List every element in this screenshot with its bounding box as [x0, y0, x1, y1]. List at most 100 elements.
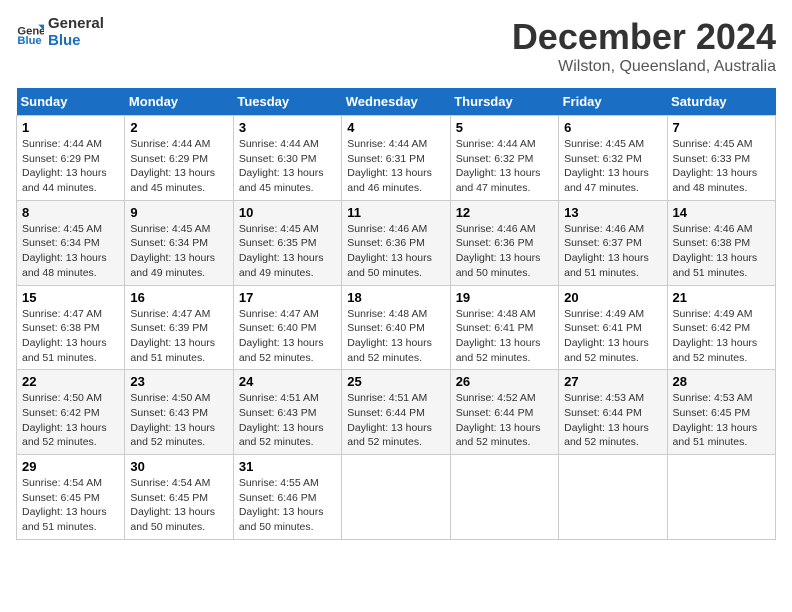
day-info: Sunrise: 4:45 AM Sunset: 6:32 PM Dayligh…	[564, 137, 661, 196]
weekday-header-cell: Wednesday	[342, 88, 450, 116]
calendar-cell: 20 Sunrise: 4:49 AM Sunset: 6:41 PM Dayl…	[559, 285, 667, 370]
day-number: 16	[130, 290, 227, 305]
day-number: 10	[239, 205, 336, 220]
weekday-header-cell: Monday	[125, 88, 233, 116]
day-number: 29	[22, 459, 119, 474]
calendar-cell: 29 Sunrise: 4:54 AM Sunset: 6:45 PM Dayl…	[17, 455, 125, 540]
calendar-cell: 12 Sunrise: 4:46 AM Sunset: 6:36 PM Dayl…	[450, 200, 558, 285]
day-number: 25	[347, 374, 444, 389]
calendar-cell	[559, 455, 667, 540]
day-number: 22	[22, 374, 119, 389]
day-info: Sunrise: 4:48 AM Sunset: 6:40 PM Dayligh…	[347, 307, 444, 366]
day-number: 1	[22, 120, 119, 135]
calendar-cell: 11 Sunrise: 4:46 AM Sunset: 6:36 PM Dayl…	[342, 200, 450, 285]
calendar-cell: 15 Sunrise: 4:47 AM Sunset: 6:38 PM Dayl…	[17, 285, 125, 370]
day-number: 27	[564, 374, 661, 389]
day-info: Sunrise: 4:46 AM Sunset: 6:36 PM Dayligh…	[456, 222, 553, 281]
weekday-header-cell: Saturday	[667, 88, 775, 116]
calendar-week-row: 1 Sunrise: 4:44 AM Sunset: 6:29 PM Dayli…	[17, 116, 776, 201]
day-number: 30	[130, 459, 227, 474]
day-info: Sunrise: 4:45 AM Sunset: 6:33 PM Dayligh…	[673, 137, 770, 196]
day-info: Sunrise: 4:54 AM Sunset: 6:45 PM Dayligh…	[22, 476, 119, 535]
calendar-cell: 21 Sunrise: 4:49 AM Sunset: 6:42 PM Dayl…	[667, 285, 775, 370]
day-info: Sunrise: 4:49 AM Sunset: 6:42 PM Dayligh…	[673, 307, 770, 366]
title-area: December 2024 Wilston, Queensland, Austr…	[512, 16, 776, 76]
calendar-cell: 18 Sunrise: 4:48 AM Sunset: 6:40 PM Dayl…	[342, 285, 450, 370]
calendar-cell: 10 Sunrise: 4:45 AM Sunset: 6:35 PM Dayl…	[233, 200, 341, 285]
calendar-cell: 27 Sunrise: 4:53 AM Sunset: 6:44 PM Dayl…	[559, 370, 667, 455]
day-number: 17	[239, 290, 336, 305]
calendar-cell: 28 Sunrise: 4:53 AM Sunset: 6:45 PM Dayl…	[667, 370, 775, 455]
day-info: Sunrise: 4:54 AM Sunset: 6:45 PM Dayligh…	[130, 476, 227, 535]
day-info: Sunrise: 4:44 AM Sunset: 6:30 PM Dayligh…	[239, 137, 336, 196]
day-number: 6	[564, 120, 661, 135]
calendar-cell: 6 Sunrise: 4:45 AM Sunset: 6:32 PM Dayli…	[559, 116, 667, 201]
page-header: General Blue General Blue December 2024 …	[16, 16, 776, 76]
calendar-cell: 26 Sunrise: 4:52 AM Sunset: 6:44 PM Dayl…	[450, 370, 558, 455]
weekday-header-cell: Friday	[559, 88, 667, 116]
calendar-week-row: 15 Sunrise: 4:47 AM Sunset: 6:38 PM Dayl…	[17, 285, 776, 370]
calendar-cell: 30 Sunrise: 4:54 AM Sunset: 6:45 PM Dayl…	[125, 455, 233, 540]
svg-text:Blue: Blue	[17, 35, 41, 47]
calendar-cell: 13 Sunrise: 4:46 AM Sunset: 6:37 PM Dayl…	[559, 200, 667, 285]
day-number: 19	[456, 290, 553, 305]
calendar-body: 1 Sunrise: 4:44 AM Sunset: 6:29 PM Dayli…	[17, 116, 776, 540]
day-number: 31	[239, 459, 336, 474]
day-number: 26	[456, 374, 553, 389]
calendar-table: SundayMondayTuesdayWednesdayThursdayFrid…	[16, 88, 776, 540]
calendar-subtitle: Wilston, Queensland, Australia	[512, 58, 776, 76]
day-info: Sunrise: 4:51 AM Sunset: 6:44 PM Dayligh…	[347, 391, 444, 450]
calendar-cell: 23 Sunrise: 4:50 AM Sunset: 6:43 PM Dayl…	[125, 370, 233, 455]
logo-line2: Blue	[48, 33, 104, 50]
day-info: Sunrise: 4:50 AM Sunset: 6:42 PM Dayligh…	[22, 391, 119, 450]
day-number: 2	[130, 120, 227, 135]
calendar-cell: 25 Sunrise: 4:51 AM Sunset: 6:44 PM Dayl…	[342, 370, 450, 455]
day-info: Sunrise: 4:45 AM Sunset: 6:35 PM Dayligh…	[239, 222, 336, 281]
day-info: Sunrise: 4:51 AM Sunset: 6:43 PM Dayligh…	[239, 391, 336, 450]
day-info: Sunrise: 4:45 AM Sunset: 6:34 PM Dayligh…	[22, 222, 119, 281]
calendar-cell: 31 Sunrise: 4:55 AM Sunset: 6:46 PM Dayl…	[233, 455, 341, 540]
day-number: 4	[347, 120, 444, 135]
day-number: 23	[130, 374, 227, 389]
day-info: Sunrise: 4:45 AM Sunset: 6:34 PM Dayligh…	[130, 222, 227, 281]
day-info: Sunrise: 4:53 AM Sunset: 6:44 PM Dayligh…	[564, 391, 661, 450]
day-info: Sunrise: 4:47 AM Sunset: 6:38 PM Dayligh…	[22, 307, 119, 366]
calendar-cell: 17 Sunrise: 4:47 AM Sunset: 6:40 PM Dayl…	[233, 285, 341, 370]
calendar-cell	[450, 455, 558, 540]
day-info: Sunrise: 4:50 AM Sunset: 6:43 PM Dayligh…	[130, 391, 227, 450]
day-info: Sunrise: 4:44 AM Sunset: 6:29 PM Dayligh…	[130, 137, 227, 196]
day-info: Sunrise: 4:46 AM Sunset: 6:38 PM Dayligh…	[673, 222, 770, 281]
day-number: 15	[22, 290, 119, 305]
day-info: Sunrise: 4:44 AM Sunset: 6:32 PM Dayligh…	[456, 137, 553, 196]
day-info: Sunrise: 4:46 AM Sunset: 6:36 PM Dayligh…	[347, 222, 444, 281]
day-info: Sunrise: 4:44 AM Sunset: 6:29 PM Dayligh…	[22, 137, 119, 196]
logo: General Blue General Blue	[16, 16, 104, 49]
logo-icon: General Blue	[16, 19, 44, 47]
logo-line1: General	[48, 16, 104, 33]
day-info: Sunrise: 4:47 AM Sunset: 6:40 PM Dayligh…	[239, 307, 336, 366]
calendar-cell: 4 Sunrise: 4:44 AM Sunset: 6:31 PM Dayli…	[342, 116, 450, 201]
day-number: 28	[673, 374, 770, 389]
day-number: 8	[22, 205, 119, 220]
calendar-cell: 24 Sunrise: 4:51 AM Sunset: 6:43 PM Dayl…	[233, 370, 341, 455]
calendar-cell: 9 Sunrise: 4:45 AM Sunset: 6:34 PM Dayli…	[125, 200, 233, 285]
day-number: 14	[673, 205, 770, 220]
day-number: 24	[239, 374, 336, 389]
day-info: Sunrise: 4:55 AM Sunset: 6:46 PM Dayligh…	[239, 476, 336, 535]
calendar-cell: 3 Sunrise: 4:44 AM Sunset: 6:30 PM Dayli…	[233, 116, 341, 201]
day-info: Sunrise: 4:48 AM Sunset: 6:41 PM Dayligh…	[456, 307, 553, 366]
day-number: 11	[347, 205, 444, 220]
calendar-cell: 7 Sunrise: 4:45 AM Sunset: 6:33 PM Dayli…	[667, 116, 775, 201]
weekday-header-row: SundayMondayTuesdayWednesdayThursdayFrid…	[17, 88, 776, 116]
day-number: 7	[673, 120, 770, 135]
day-info: Sunrise: 4:46 AM Sunset: 6:37 PM Dayligh…	[564, 222, 661, 281]
calendar-cell: 2 Sunrise: 4:44 AM Sunset: 6:29 PM Dayli…	[125, 116, 233, 201]
calendar-cell: 5 Sunrise: 4:44 AM Sunset: 6:32 PM Dayli…	[450, 116, 558, 201]
day-number: 21	[673, 290, 770, 305]
day-number: 5	[456, 120, 553, 135]
day-number: 18	[347, 290, 444, 305]
calendar-week-row: 29 Sunrise: 4:54 AM Sunset: 6:45 PM Dayl…	[17, 455, 776, 540]
calendar-cell	[342, 455, 450, 540]
calendar-cell: 16 Sunrise: 4:47 AM Sunset: 6:39 PM Dayl…	[125, 285, 233, 370]
calendar-title: December 2024	[512, 16, 776, 58]
